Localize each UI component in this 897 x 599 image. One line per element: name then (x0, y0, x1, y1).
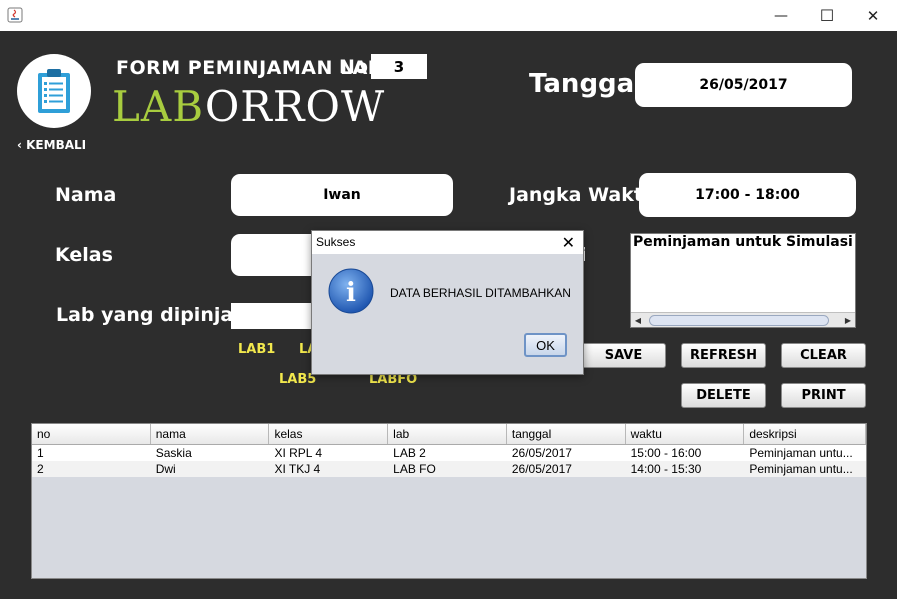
clear-button[interactable]: CLEAR (781, 343, 866, 368)
back-link[interactable]: ‹ KEMBALI (17, 138, 86, 152)
info-icon: i (328, 268, 374, 314)
kelas-field[interactable] (231, 234, 321, 276)
ok-button[interactable]: OK (524, 333, 567, 357)
table-cell: 14:00 - 15:30 (630, 462, 702, 476)
table-cell: XI TKJ 4 (274, 462, 321, 476)
clipboard-icon (38, 69, 70, 113)
print-button[interactable]: PRINT (781, 383, 866, 408)
brand-lab-text: LAB (112, 82, 205, 131)
dialog-title: Sukses (316, 235, 356, 249)
jangka-waktu-label: Jangka Waktu (509, 184, 657, 206)
column-header[interactable]: lab (388, 424, 507, 444)
table-header: no nama kelas lab tanggal waktu deskrips… (32, 424, 866, 445)
tanggal-field[interactable]: 26/05/2017 (635, 63, 852, 107)
kelas-label: Kelas (55, 244, 113, 266)
table-cell: LAB FO (393, 462, 436, 476)
deskripsi-textarea[interactable]: Peminjaman untuk Simulasi ◀ ▶ (630, 233, 856, 328)
delete-button[interactable]: DELETE (681, 383, 766, 408)
table-cell: Dwi (155, 462, 176, 476)
dialog-body: i DATA BERHASIL DITAMBAHKAN OK (312, 254, 583, 374)
success-dialog: Sukses ✕ i DATA BERHASIL DITAMBAHKAN OK (311, 230, 584, 375)
info-icon-glyph: i (346, 278, 356, 308)
table-cell: 26/05/2017 (511, 446, 572, 460)
lab-label: Lab yang dipinjam (56, 304, 253, 326)
table-cell: LAB 2 (393, 446, 426, 460)
table-row[interactable]: 2 Dwi XI TKJ 4 LAB FO 26/05/2017 14:00 -… (32, 461, 866, 477)
tanggal-label: Tanggal (529, 69, 644, 99)
table-cell: XI RPL 4 (274, 446, 323, 460)
table-cell: Peminjaman untu... (749, 462, 853, 476)
column-header[interactable]: waktu (626, 424, 745, 444)
scroll-right-icon[interactable]: ▶ (841, 313, 855, 327)
chevron-left-icon: ‹ (17, 138, 27, 152)
column-header[interactable]: deskripsi (744, 424, 866, 444)
column-header[interactable]: no (32, 424, 151, 444)
back-label: KEMBALI (26, 138, 87, 152)
table-cell: 26/05/2017 (511, 462, 572, 476)
scroll-thumb[interactable] (649, 315, 829, 326)
column-header[interactable]: nama (151, 424, 270, 444)
lab-field[interactable] (231, 303, 321, 329)
table-row[interactable]: 1 Saskia XI RPL 4 LAB 2 26/05/2017 15:00… (32, 445, 866, 461)
column-header[interactable]: tanggal (507, 424, 626, 444)
deskripsi-text: Peminjaman untuk Simulasi (633, 234, 853, 250)
minimize-button[interactable]: — (758, 0, 804, 31)
dialog-message: DATA BERHASIL DITAMBAHKAN (390, 286, 571, 300)
brand-title: LABORROW (112, 83, 385, 131)
nama-field[interactable]: Iwan (231, 174, 453, 216)
column-header[interactable]: kelas (269, 424, 389, 444)
table-cell: 15:00 - 16:00 (630, 446, 702, 460)
nama-label: Nama (55, 184, 117, 206)
window-titlebar: — ☐ ✕ (0, 0, 897, 31)
no-label: No (339, 56, 368, 78)
maximize-button[interactable]: ☐ (804, 0, 850, 31)
jangka-waktu-field[interactable]: 17:00 - 18:00 (639, 173, 856, 217)
app-logo (17, 54, 91, 128)
dialog-close-icon[interactable]: ✕ (562, 233, 575, 252)
close-window-button[interactable]: ✕ (850, 0, 896, 31)
java-app-icon (7, 7, 23, 23)
table-cell: 1 (37, 446, 44, 460)
table-cell: 2 (37, 462, 44, 476)
lab-option-1[interactable]: LAB1 (238, 342, 275, 357)
data-table[interactable]: no nama kelas lab tanggal waktu deskrips… (31, 423, 867, 579)
scroll-left-icon[interactable]: ◀ (631, 313, 645, 327)
horizontal-scrollbar[interactable]: ◀ ▶ (631, 312, 855, 327)
no-field[interactable]: 3 (371, 54, 427, 79)
table-cell: Saskia (155, 446, 192, 460)
table-cell: Peminjaman untu... (749, 446, 853, 460)
save-button[interactable]: SAVE (581, 343, 666, 368)
refresh-button[interactable]: REFRESH (681, 343, 766, 368)
dialog-titlebar: Sukses ✕ (312, 231, 583, 254)
brand-rest-text: ORROW (204, 82, 386, 131)
